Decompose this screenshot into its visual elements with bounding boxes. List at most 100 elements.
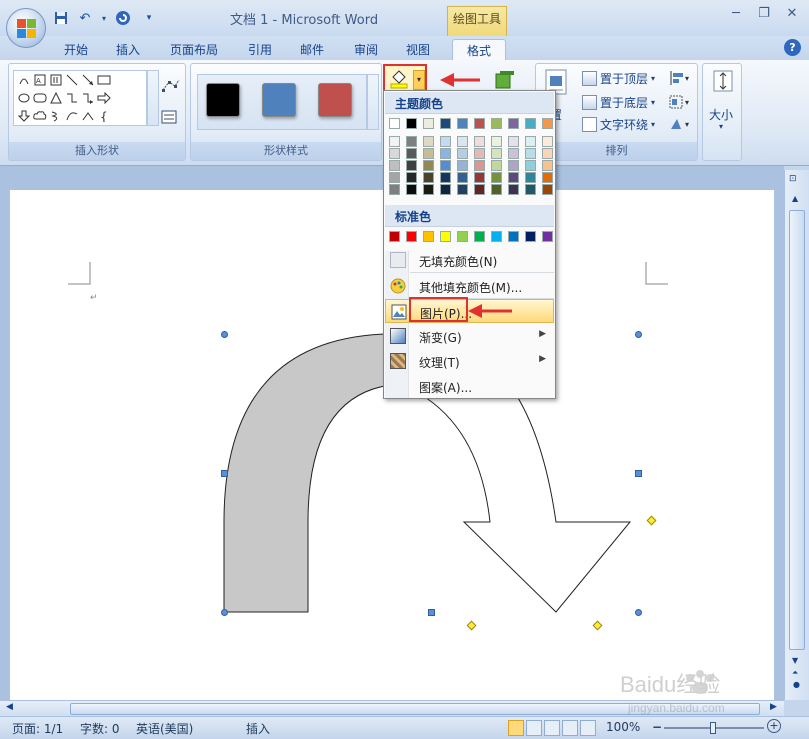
curve-shape-icon[interactable] — [65, 109, 79, 123]
rounded-rect-icon[interactable] — [33, 91, 47, 105]
theme-shade-swatch[interactable] — [389, 172, 400, 183]
standard-color-swatch[interactable] — [542, 231, 553, 242]
theme-shade-swatch[interactable] — [474, 136, 485, 147]
standard-color-swatch[interactable] — [423, 231, 434, 242]
arrow-line-icon[interactable] — [81, 73, 95, 87]
undo-dropdown-icon[interactable]: ▾ — [100, 9, 108, 27]
help-icon[interactable]: ? — [784, 39, 801, 56]
standard-color-swatch[interactable] — [491, 231, 502, 242]
theme-shade-swatch[interactable] — [525, 184, 536, 195]
cloud-shape-icon[interactable] — [33, 109, 47, 123]
theme-shade-swatch[interactable] — [389, 184, 400, 195]
align-icon[interactable]: ▾ — [668, 70, 692, 86]
ruler-toggle-icon[interactable]: ⊡ — [789, 174, 797, 184]
theme-shade-swatch[interactable] — [525, 160, 536, 171]
theme-color-swatch[interactable] — [423, 118, 434, 129]
vertical-scroll-thumb[interactable] — [789, 210, 805, 650]
theme-shade-swatch[interactable] — [508, 184, 519, 195]
pattern-fill-item[interactable]: 图案(A)... — [385, 374, 554, 398]
office-button[interactable] — [6, 8, 46, 48]
down-arrow-shape-icon[interactable] — [17, 109, 31, 123]
zoom-in-icon[interactable]: + — [767, 719, 781, 733]
theme-shade-swatch[interactable] — [440, 136, 451, 147]
theme-shade-swatch[interactable] — [406, 184, 417, 195]
close-icon[interactable]: ✕ — [779, 4, 805, 22]
full-screen-view-icon[interactable] — [526, 720, 542, 736]
restore-icon[interactable]: ❐ — [751, 4, 777, 22]
theme-shade-swatch[interactable] — [525, 172, 536, 183]
print-layout-view-icon[interactable] — [508, 720, 524, 736]
save-icon[interactable] — [52, 9, 70, 27]
theme-color-swatch[interactable] — [508, 118, 519, 129]
theme-color-swatch[interactable] — [389, 118, 400, 129]
vertical-textbox-icon[interactable] — [49, 73, 63, 87]
theme-color-swatch[interactable] — [525, 118, 536, 129]
textbox-shape-icon[interactable]: A — [33, 73, 47, 87]
theme-shade-swatch[interactable] — [423, 160, 434, 171]
zoom-out-icon[interactable]: − — [652, 720, 662, 734]
customize-qat-icon[interactable]: ▾ — [144, 9, 154, 27]
draw-textbox-icon[interactable] — [161, 110, 177, 124]
resize-handle[interactable] — [635, 470, 642, 477]
text-wrap-button[interactable]: 文字环绕 ▾ — [582, 116, 655, 133]
resize-handle[interactable] — [428, 609, 435, 616]
right-arrow-shape-icon[interactable] — [97, 91, 111, 105]
elbow-connector-icon[interactable] — [65, 91, 79, 105]
theme-shade-swatch[interactable] — [389, 160, 400, 171]
theme-shade-swatch[interactable] — [423, 136, 434, 147]
theme-shade-swatch[interactable] — [406, 160, 417, 171]
styles-gallery-scroll[interactable] — [367, 74, 379, 130]
theme-shade-swatch[interactable] — [491, 136, 502, 147]
standard-color-swatch[interactable] — [525, 231, 536, 242]
arc-shape-icon[interactable] — [17, 73, 31, 87]
zoom-slider-thumb[interactable] — [710, 722, 716, 734]
theme-shade-swatch[interactable] — [457, 184, 468, 195]
resize-handle[interactable] — [635, 331, 642, 338]
theme-shade-swatch[interactable] — [542, 160, 553, 171]
undo-icon[interactable]: ↶ — [76, 9, 94, 27]
redo-icon[interactable] — [114, 9, 132, 27]
theme-shade-swatch[interactable] — [457, 160, 468, 171]
standard-color-swatch[interactable] — [474, 231, 485, 242]
rotate-icon[interactable]: ▾ — [668, 116, 692, 132]
theme-shade-swatch[interactable] — [542, 148, 553, 159]
tab-view[interactable]: 视图 — [400, 39, 436, 60]
send-to-back-button[interactable]: 置于底层 ▾ — [582, 94, 655, 111]
theme-shade-swatch[interactable] — [508, 148, 519, 159]
no-fill-item[interactable]: 无填充颜色(N) — [385, 248, 554, 272]
theme-shade-swatch[interactable] — [457, 136, 468, 147]
fill-dropdown-icon[interactable]: ▾ — [413, 70, 425, 90]
theme-shade-swatch[interactable] — [440, 184, 451, 195]
draft-view-icon[interactable] — [580, 720, 596, 736]
prev-page-icon[interactable]: ⏶ — [792, 668, 798, 678]
theme-color-swatch[interactable] — [406, 118, 417, 129]
bring-to-front-button[interactable]: 置于顶层 ▾ — [582, 70, 655, 87]
scroll-down-icon[interactable]: ▼ — [792, 656, 798, 665]
scroll-up-icon[interactable]: ▲ — [792, 194, 798, 203]
tab-references[interactable]: 引用 — [242, 39, 278, 60]
theme-shade-swatch[interactable] — [389, 136, 400, 147]
more-fill-colors-item[interactable]: 其他填充颜色(M)... — [385, 274, 554, 298]
triangle-shape-icon[interactable] — [49, 91, 63, 105]
theme-shade-swatch[interactable] — [542, 172, 553, 183]
tab-page-layout[interactable]: 页面布局 — [164, 39, 224, 60]
theme-shade-swatch[interactable] — [508, 136, 519, 147]
theme-shade-swatch[interactable] — [423, 184, 434, 195]
theme-color-swatch[interactable] — [440, 118, 451, 129]
status-word-count[interactable]: 字数: 0 — [80, 720, 120, 737]
rectangle-shape-icon[interactable] — [97, 73, 111, 87]
shapes-gallery-scroll[interactable] — [147, 70, 159, 126]
edit-shape-icon[interactable] — [161, 78, 181, 94]
theme-shade-swatch[interactable] — [406, 148, 417, 159]
browse-object-icon[interactable]: ● — [793, 680, 800, 689]
theme-shade-swatch[interactable] — [491, 184, 502, 195]
theme-shade-swatch[interactable] — [491, 148, 502, 159]
shape-styles-gallery[interactable] — [197, 74, 367, 130]
group-objects-icon[interactable]: ▾ — [668, 94, 692, 110]
theme-shade-swatch[interactable] — [457, 172, 468, 183]
wave-shape-icon[interactable] — [81, 109, 95, 123]
theme-color-swatch[interactable] — [457, 118, 468, 129]
tab-insert[interactable]: 插入 — [110, 39, 146, 60]
standard-color-swatch[interactable] — [406, 231, 417, 242]
standard-color-swatch[interactable] — [508, 231, 519, 242]
